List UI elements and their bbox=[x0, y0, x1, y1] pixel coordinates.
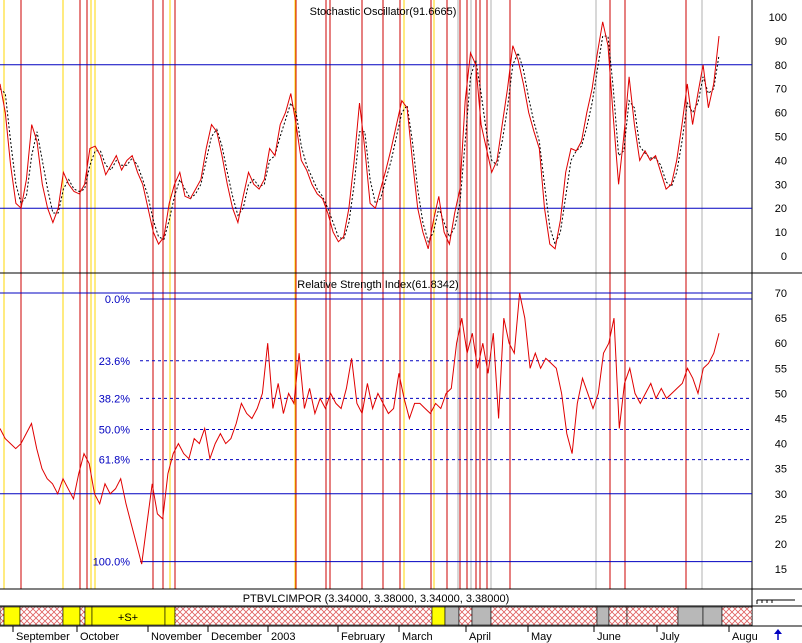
signal-segment bbox=[431, 606, 446, 626]
signal-segment bbox=[3, 606, 21, 626]
signal-segment bbox=[19, 606, 64, 626]
month-label: Augu bbox=[732, 631, 758, 643]
signal-segment bbox=[702, 606, 723, 626]
rsi-y-tick: 70 bbox=[775, 288, 787, 300]
signal-segment bbox=[79, 606, 86, 626]
rsi-y-ticks: 70 65 60 55 50 45 40 35 30 25 20 15 bbox=[775, 288, 787, 576]
signal-segment bbox=[458, 606, 473, 626]
rsi-y-tick: 40 bbox=[775, 439, 787, 451]
month-label: November bbox=[151, 631, 202, 643]
rsi-fibonacci-levels: 0.0% 23.6% 38.2% 50.0% 61.8% 100.0% bbox=[93, 294, 752, 569]
signal-segment bbox=[164, 606, 176, 626]
month-label: May bbox=[531, 631, 552, 643]
rsi-y-tick: 25 bbox=[775, 514, 787, 526]
signal-segment bbox=[174, 606, 433, 626]
fib-level-label: 23.6% bbox=[99, 356, 130, 368]
stochastic-series bbox=[0, 21, 720, 250]
rsi-y-tick: 20 bbox=[775, 539, 787, 551]
signal-label: +S+ bbox=[118, 612, 138, 624]
signal-strip-title: PTBVLCIMPOR (3.34000, 3.38000, 3.34000, … bbox=[243, 593, 510, 605]
signal-segment bbox=[471, 606, 492, 626]
signal-segment bbox=[608, 606, 628, 626]
stochastic-y-tick: 10 bbox=[775, 227, 787, 239]
signal-segment bbox=[626, 606, 679, 626]
month-label: September bbox=[16, 631, 70, 643]
fib-level-label: 0.0% bbox=[105, 294, 130, 306]
stochastic-y-tick: 50 bbox=[775, 132, 787, 144]
signal-segment bbox=[84, 606, 93, 626]
stochastic-y-tick: 100 bbox=[769, 12, 787, 24]
stochastic-y-tick: 60 bbox=[775, 108, 787, 120]
rsi-y-tick: 35 bbox=[775, 464, 787, 476]
panel-frames bbox=[0, 0, 802, 627]
month-label: 2003 bbox=[271, 631, 295, 643]
stochastic-y-tick: 80 bbox=[775, 60, 787, 72]
month-label: July bbox=[660, 631, 680, 643]
stochastic-y-tick: 40 bbox=[775, 155, 787, 167]
signal-segment bbox=[490, 606, 598, 626]
month-label: April bbox=[469, 631, 491, 643]
stochastic-y-ticks: 1009080706050403020100 bbox=[769, 12, 787, 263]
signal-segment bbox=[721, 606, 753, 626]
rsi-y-tick: 15 bbox=[775, 564, 787, 576]
scroll-widget[interactable] bbox=[756, 599, 795, 604]
stochastic-y-tick: 20 bbox=[775, 203, 787, 215]
month-label: February bbox=[341, 631, 386, 643]
signal-strip: +S+ bbox=[0, 606, 753, 626]
chart-svg: 1009080706050403020100 Stochastic Oscill… bbox=[0, 0, 802, 643]
signal-segment bbox=[596, 606, 610, 626]
stochastic-y-tick: 70 bbox=[775, 84, 787, 96]
fib-level-label: 38.2% bbox=[99, 393, 130, 405]
stochastic-y-tick: 0 bbox=[781, 251, 787, 263]
month-axis: September October November December 2003 Febr… bbox=[12, 626, 758, 643]
signal-segment bbox=[0, 606, 5, 626]
signal-segment bbox=[444, 606, 460, 626]
rsi-y-tick: 45 bbox=[775, 414, 787, 426]
month-label: March bbox=[402, 631, 433, 643]
rsi-y-tick: 50 bbox=[775, 388, 787, 400]
stochastic-y-tick: 30 bbox=[775, 179, 787, 191]
rsi-y-tick: 60 bbox=[775, 338, 787, 350]
month-label: June bbox=[597, 631, 621, 643]
signal-segment bbox=[677, 606, 704, 626]
fib-level-label: 100.0% bbox=[93, 557, 131, 569]
stochastic-signal-line bbox=[0, 35, 720, 246]
rsi-y-tick: 55 bbox=[775, 363, 787, 375]
rsi-y-tick: 30 bbox=[775, 489, 787, 501]
stochastic-levels bbox=[0, 64, 752, 209]
stochastic-y-tick: 90 bbox=[775, 36, 787, 48]
rsi-title: Relative Strength Index(61.8342) bbox=[297, 279, 458, 291]
month-label: October bbox=[80, 631, 119, 643]
month-label: December bbox=[211, 631, 262, 643]
fib-level-label: 61.8% bbox=[99, 455, 130, 467]
signal-segment bbox=[62, 606, 81, 626]
stochastic-title: Stochastic Oscillator(91.6665) bbox=[310, 6, 457, 18]
rsi-y-tick: 65 bbox=[775, 313, 787, 325]
fib-level-label: 50.0% bbox=[99, 425, 130, 437]
scroll-up-arrow-icon[interactable] bbox=[774, 629, 782, 640]
